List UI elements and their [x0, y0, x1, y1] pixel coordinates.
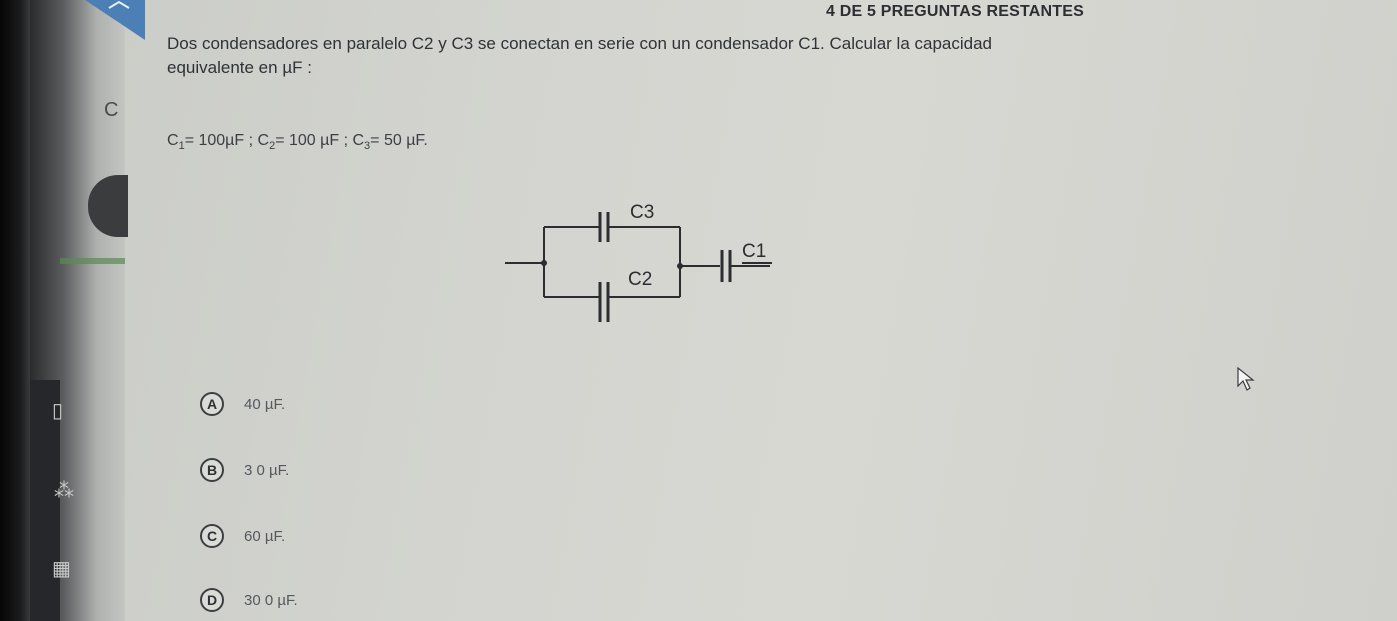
given-values: C1= 100µF ; C2= 100 µF ; C3= 50 µF.	[167, 132, 428, 152]
c1-symbol: C	[167, 132, 179, 149]
sidebar-active-indicator	[60, 258, 125, 264]
question-text: Dos condensadores en paralelo C2 y C3 se…	[167, 34, 993, 77]
option-d-text[interactable]: 30 0 µF.	[244, 592, 298, 609]
mouse-pointer-icon	[1237, 366, 1255, 391]
option-c[interactable]: C 60 µF.	[200, 524, 285, 548]
left-junction-dot	[541, 260, 547, 266]
c3-label: C3	[630, 202, 654, 223]
option-a-text[interactable]: 40 µF.	[244, 396, 285, 413]
option-b-letter[interactable]: B	[200, 458, 224, 482]
c2-value: = 100 µF ;	[275, 132, 349, 149]
questions-remaining-counter: 4 DE 5 PREGUNTAS RESTANTES	[826, 3, 1084, 20]
c2-label: C2	[628, 269, 652, 290]
calendar-icon[interactable]: ▦	[52, 556, 71, 581]
option-c-text[interactable]: 60 µF.	[244, 528, 285, 545]
option-d[interactable]: D 30 0 µF.	[200, 588, 298, 612]
c3-symbol: C	[352, 132, 365, 149]
option-d-letter[interactable]: D	[200, 588, 224, 612]
sidebar-partial-letter: C	[104, 99, 119, 121]
option-b-text[interactable]: 3 0 µF.	[244, 462, 289, 479]
circuit-diagram: C3 C2 C1	[505, 202, 772, 322]
book-icon[interactable]: ▯	[52, 398, 63, 423]
c1-value: = 100µF ;	[184, 132, 254, 149]
option-a-letter[interactable]: A	[200, 392, 224, 416]
right-junction-dot	[677, 263, 683, 269]
screen-bezel	[0, 0, 30, 621]
c3-value: = 50 µF.	[370, 132, 428, 149]
option-c-letter[interactable]: C	[200, 524, 224, 548]
c1-label: C1	[742, 241, 766, 262]
c2-symbol: C	[257, 132, 270, 149]
option-b[interactable]: B 3 0 µF.	[200, 458, 289, 482]
group-icon[interactable]: ⁂	[54, 478, 74, 503]
option-a[interactable]: A 40 µF.	[200, 392, 285, 416]
